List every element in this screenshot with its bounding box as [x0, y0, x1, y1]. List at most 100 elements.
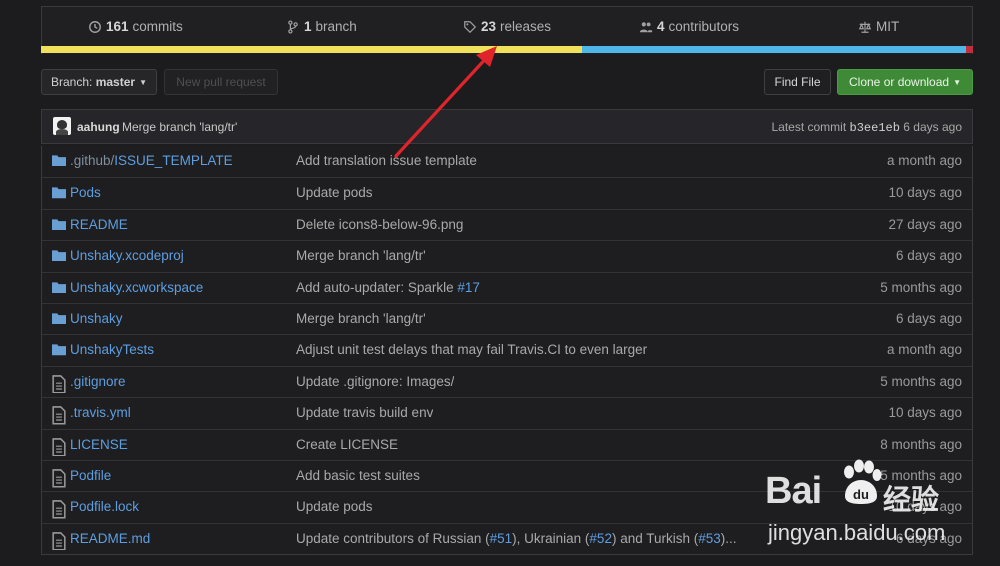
- find-file-button[interactable]: Find File: [764, 69, 831, 95]
- issue-link[interactable]: #53: [698, 531, 721, 546]
- commit-message-link[interactable]: Add basic test suites: [296, 468, 420, 483]
- branches-stat[interactable]: 1 branch: [286, 19, 357, 34]
- file-name-link[interactable]: Pods: [70, 185, 101, 200]
- latest-commit-bar: aahung Merge branch 'lang/tr' Latest com…: [41, 109, 973, 144]
- file-name: LICENSE: [70, 436, 128, 452]
- commit-sha[interactable]: b3ee1eb: [850, 121, 900, 135]
- file-name: Podfile.lock: [70, 499, 140, 515]
- commit-age: 5 months ago: [880, 279, 962, 295]
- file-name-link[interactable]: Podfile: [70, 468, 111, 483]
- folder-icon: [52, 218, 66, 232]
- folder-icon: [52, 312, 66, 326]
- file-name: Podfile: [70, 467, 112, 483]
- file-icon: [52, 406, 66, 425]
- releases-count: 23: [481, 19, 497, 34]
- message-text: Create LICENSE: [296, 436, 399, 452]
- commit-author[interactable]: aahung: [77, 120, 120, 134]
- file-row: LICENSE Create LICENSE 8 months ago: [42, 428, 972, 460]
- language-segment[interactable]: [41, 46, 582, 53]
- file-row: Unshaky Merge branch 'lang/tr' 6 days ago: [42, 302, 972, 334]
- file-name: .travis.yml: [70, 405, 131, 421]
- branches-label: branch: [315, 19, 357, 34]
- file-name-link[interactable]: .gitignore: [70, 374, 126, 389]
- releases-stat[interactable]: 23 releases: [463, 19, 551, 34]
- folder-icon: [52, 343, 66, 357]
- commit-message-link[interactable]: Add auto-updater: Sparkle #17: [296, 280, 480, 295]
- commit-age: 10 days ago: [888, 405, 962, 421]
- file-name-link[interactable]: UnshakyTests: [70, 342, 154, 357]
- message-text: Merge branch 'lang/tr': [296, 248, 426, 264]
- message-text: Add basic test suites: [296, 467, 420, 483]
- commit-age: 6 days ago: [895, 248, 962, 264]
- message-text: Add translation issue template: [296, 153, 477, 168]
- file-name-link[interactable]: Unshaky.xcodeproj: [70, 248, 184, 263]
- commit-message-link[interactable]: Delete icons8-below-96.png: [296, 217, 463, 232]
- issue-link[interactable]: #51: [490, 531, 513, 546]
- file-row: .travis.yml Update travis build env 10 day…: [42, 397, 972, 428]
- file-icon: [52, 469, 66, 488]
- file-name: UnshakyTests: [70, 342, 155, 358]
- commits-label: commits: [132, 19, 183, 34]
- message-text: Update contributors of Russian (: [296, 530, 490, 546]
- language-bar[interactable]: [41, 46, 973, 53]
- commit-message-link[interactable]: Adjust unit test delays that may fail Tr…: [296, 342, 647, 357]
- contributors-stat[interactable]: 4 contributors: [639, 19, 739, 34]
- watermark-url: jingyan.baidu.com: [768, 520, 946, 545]
- file-name-link[interactable]: README: [70, 217, 128, 232]
- contributors-label: contributors: [668, 19, 740, 34]
- message-text: Update travis build env: [296, 405, 434, 421]
- avatar[interactable]: [53, 117, 71, 135]
- issue-link[interactable]: #17: [457, 280, 480, 295]
- file-row: Unshaky.xcworkspace Add auto-updater: Spa…: [42, 271, 972, 303]
- file-name-link[interactable]: .travis.yml: [70, 405, 131, 420]
- commit-message-link[interactable]: Merge branch 'lang/tr': [296, 248, 426, 263]
- latest-commit-info: Latest commit b3ee1eb 6 days ago: [771, 120, 962, 135]
- branch-prefix: Branch:: [51, 75, 93, 89]
- file-name-link[interactable]: Unshaky: [70, 311, 123, 326]
- file-row: README Delete icons8-below-96.png 27 days …: [42, 208, 972, 240]
- language-segment[interactable]: [966, 46, 973, 53]
- license-stat[interactable]: MIT: [858, 19, 899, 34]
- message-text: Merge branch 'lang/tr': [296, 310, 426, 326]
- file-name: .gitignore: [70, 373, 126, 389]
- clone-download-button[interactable]: Clone or download ▼: [837, 69, 973, 95]
- language-segment[interactable]: [581, 46, 967, 53]
- file-name: Unshaky.xcworkspace: [70, 279, 204, 295]
- commit-message-link[interactable]: Update .gitignore: Images/: [296, 374, 454, 389]
- commits-stat[interactable]: 161 commits: [88, 19, 183, 34]
- file-icon: [52, 437, 66, 456]
- clone-label: Clone or download: [849, 75, 950, 89]
- new-pull-request-button[interactable]: New pull request: [164, 69, 278, 95]
- commit-age: 6 days ago: [903, 120, 962, 134]
- issue-link[interactable]: #52: [589, 531, 612, 546]
- branch-icon: [288, 19, 298, 34]
- branches-count: 1: [304, 19, 312, 34]
- message-text: )...: [720, 530, 737, 546]
- branch-select-button[interactable]: Branch: master ▼: [41, 69, 157, 95]
- file-row: UnshakyTests Adjust unit test delays that…: [42, 334, 972, 365]
- file-name: README.md: [70, 530, 151, 546]
- people-icon: [639, 21, 653, 32]
- file-name-link[interactable]: Podfile.lock: [70, 499, 139, 514]
- file-name-link[interactable]: LICENSE: [70, 437, 128, 452]
- commit-message-link[interactable]: Update contributors of Russian (#51), Uk…: [296, 531, 737, 546]
- commit-message-link[interactable]: Merge branch 'lang/tr': [296, 311, 426, 326]
- commit-message-link[interactable]: Create LICENSE: [296, 437, 398, 452]
- message-text: Adjust unit test delays that may fail Tr…: [296, 342, 648, 358]
- file-name: Unshaky.xcodeproj: [70, 248, 184, 264]
- commit-message[interactable]: Merge branch 'lang/tr': [122, 120, 237, 134]
- paw-icon: du: [844, 459, 882, 504]
- file-name-link[interactable]: Unshaky.xcworkspace: [70, 280, 203, 295]
- commit-message-link[interactable]: Update pods: [296, 185, 373, 200]
- commit-message-link[interactable]: Add translation issue template: [296, 153, 477, 168]
- commit-age: 5 months ago: [880, 373, 962, 389]
- commit-message-link[interactable]: Update pods: [296, 499, 373, 514]
- file-row: Pods Update pods 10 days ago: [42, 177, 972, 208]
- file-name-link[interactable]: README.md: [70, 531, 150, 546]
- history-icon: [89, 20, 101, 33]
- message-text: ) and Turkish (: [611, 530, 699, 546]
- message-text: Update .gitignore: Images/: [296, 373, 455, 389]
- folder-icon: [52, 154, 66, 168]
- file-name-link[interactable]: .github/ISSUE_TEMPLATE: [70, 153, 233, 168]
- commit-message-link[interactable]: Update travis build env: [296, 405, 433, 420]
